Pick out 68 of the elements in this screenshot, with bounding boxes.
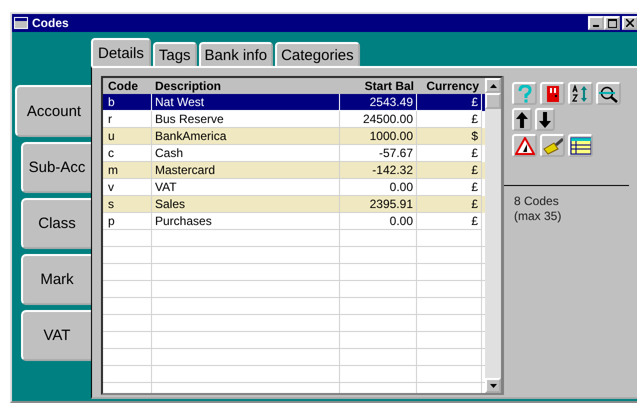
search-button[interactable] <box>596 82 621 105</box>
scrollbar-thumb[interactable] <box>485 93 501 109</box>
up-triangle-icon <box>490 84 496 88</box>
exit-button[interactable] <box>540 82 565 105</box>
warning-triangle-icon <box>514 136 534 154</box>
tab[interactable]: Details <box>91 38 151 66</box>
info-text: (max 35) <box>514 209 562 224</box>
maximize-icon <box>608 18 616 28</box>
tab[interactable]: Tags <box>152 42 197 66</box>
magnifier-icon <box>598 84 619 102</box>
up-arrow-icon <box>516 112 528 128</box>
table-cell: m <box>103 162 152 179</box>
table-cell: £ <box>417 162 482 179</box>
table-cell: £ <box>417 213 482 230</box>
scroll-up-button[interactable] <box>485 78 501 93</box>
list-button[interactable] <box>568 134 593 157</box>
scroll-down-button[interactable] <box>485 378 501 393</box>
table-row[interactable]: u BankAmerica 1000.00 $ <box>103 128 485 145</box>
table-cell: £ <box>417 94 482 111</box>
door-icon <box>546 84 560 102</box>
table-cell: 2395.91 <box>340 196 417 213</box>
tab[interactable]: Categories <box>275 42 360 66</box>
vertical-scrollbar[interactable] <box>485 78 501 393</box>
clean-button[interactable] <box>540 134 565 157</box>
table-cell: Sales <box>152 196 340 213</box>
close-icon <box>626 19 634 27</box>
down-triangle-icon <box>490 384 496 388</box>
table-cell: s <box>103 196 152 213</box>
table-cell: £ <box>417 196 482 213</box>
table-cell: 2543.49 <box>340 94 417 111</box>
table-row[interactable]: p Purchases 0.00 £ <box>103 213 485 230</box>
brush-icon <box>542 136 563 154</box>
table-cell: $ <box>417 128 482 145</box>
window-title: Codes <box>32 16 70 30</box>
column-header: Currency <box>425 78 480 94</box>
sort-button[interactable] <box>568 82 593 105</box>
side-tab[interactable]: Class <box>21 198 91 249</box>
table-row[interactable]: m Mastercard -142.32 £ <box>103 162 485 179</box>
side-tab[interactable]: Account <box>15 85 91 137</box>
info-text: 8 Codes <box>514 194 560 209</box>
table-cell: -142.32 <box>340 162 417 179</box>
side-tab[interactable]: VAT <box>21 310 91 361</box>
table-row[interactable]: s Sales 2395.91 £ <box>103 196 485 213</box>
move-up-button[interactable] <box>512 108 532 131</box>
side-tab[interactable]: Mark <box>21 254 91 305</box>
table-cell: p <box>103 213 152 230</box>
question-mark-icon <box>516 84 532 102</box>
side-tab[interactable]: Sub-Acc <box>21 142 91 193</box>
table-cell: 0.00 <box>340 213 417 230</box>
table-cell: Nat West <box>152 94 340 111</box>
table-icon <box>570 136 591 154</box>
table-cell: u <box>103 128 152 145</box>
table-row[interactable]: b Nat West 2543.49 £ <box>103 94 485 111</box>
warning-button[interactable] <box>512 134 537 157</box>
close-button[interactable] <box>622 16 637 30</box>
table-cell: Purchases <box>152 213 340 230</box>
table-cell: b <box>103 94 152 111</box>
minimize-button[interactable] <box>588 16 604 30</box>
column-header: Description <box>154 78 222 94</box>
column-header: Code <box>107 78 139 94</box>
table-cell: Mastercard <box>152 162 340 179</box>
down-arrow-icon <box>539 112 551 128</box>
table-cell: 1000.00 <box>340 128 417 145</box>
column-header: Start Bal <box>364 78 415 94</box>
table-cell: BankAmerica <box>152 128 340 145</box>
move-down-button[interactable] <box>535 108 555 131</box>
tab[interactable]: Bank info <box>198 42 274 66</box>
maximize-button[interactable] <box>604 16 620 30</box>
